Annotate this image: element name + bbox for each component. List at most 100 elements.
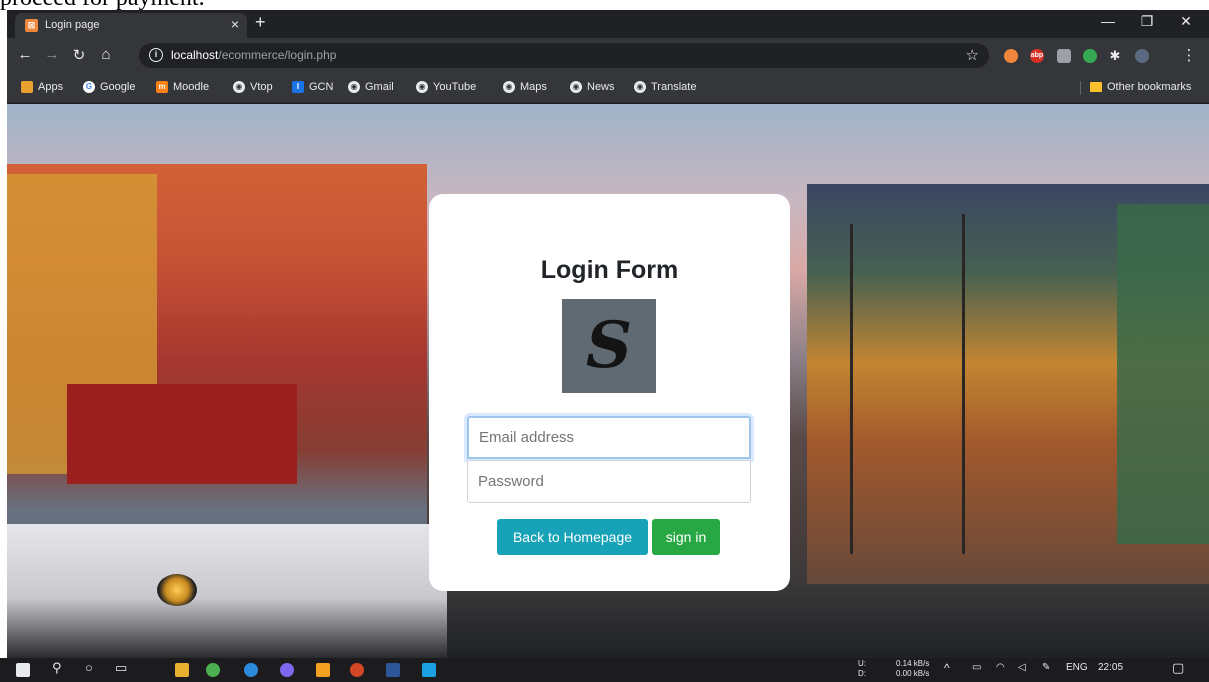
download-label: D:: [858, 669, 866, 678]
network-speed: 0.14 kB/s 0.00 kB/s: [896, 659, 929, 679]
bookmark-gmail[interactable]: ◉ Gmail: [348, 81, 394, 93]
email-field[interactable]: [467, 416, 751, 459]
battery-icon[interactable]: ▭: [972, 662, 981, 673]
volume-icon[interactable]: ◁: [1018, 662, 1026, 673]
bookmark-maps[interactable]: ◉ Maps: [503, 81, 547, 93]
task-view-icon[interactable]: ▭: [115, 660, 127, 676]
bookmark-label: Maps: [520, 81, 547, 93]
url-path: /ecommerce/login.php: [218, 48, 337, 62]
skype-icon[interactable]: [422, 663, 436, 677]
globe-icon: ◉: [416, 81, 428, 93]
avatar[interactable]: [1135, 49, 1149, 63]
bookmark-label: Apps: [38, 81, 64, 93]
app-icon[interactable]: [280, 663, 294, 677]
wifi-icon[interactable]: ◠: [996, 662, 1005, 673]
puzzle-icon[interactable]: ✱: [1108, 49, 1122, 63]
address-bar[interactable]: i localhost/ecommerce/login.php ☆: [139, 43, 989, 68]
site-logo: S: [562, 299, 656, 393]
gcn-icon: I: [292, 81, 304, 93]
bookmark-label: Google: [100, 81, 136, 93]
bookmark-star-icon[interactable]: ☆: [966, 46, 979, 64]
restore-icon[interactable]: ❐: [1132, 13, 1162, 30]
bookmark-google[interactable]: G Google: [83, 81, 135, 93]
url-host: localhost: [171, 48, 219, 62]
notification-icon[interactable]: ▢: [1172, 660, 1184, 676]
bookmark-label: Other bookmarks: [1107, 81, 1192, 93]
pen-icon[interactable]: ✎: [1042, 662, 1050, 673]
tab-login-page[interactable]: ⊠ Login page ×: [15, 13, 247, 38]
bookmark-label: GCN: [309, 81, 334, 93]
folder-icon: [1090, 82, 1102, 92]
background-boat-cabin: [67, 384, 297, 484]
adblock-plus-icon[interactable]: abp: [1030, 49, 1044, 63]
globe-icon: ◉: [634, 81, 646, 93]
new-tab-icon[interactable]: +: [255, 12, 266, 33]
chevron-up-icon[interactable]: ^: [944, 661, 950, 675]
globe-icon: ◉: [503, 81, 515, 93]
page-viewport: Login Form S Back to Homepage sign in: [7, 104, 1209, 658]
powerpoint-icon[interactable]: [350, 663, 364, 677]
extension-icon[interactable]: [1004, 49, 1018, 63]
download-speed: 0.00 kB/s: [896, 669, 930, 678]
background-building-green: [1117, 204, 1209, 544]
clock[interactable]: 22:05: [1098, 662, 1123, 673]
background-porthole: [157, 574, 197, 606]
windows-start-icon[interactable]: [16, 663, 30, 677]
menu-icon[interactable]: ⋮: [1179, 46, 1199, 64]
tab-strip: ⊠ Login page × + — ❐ ✕: [7, 10, 1209, 38]
background-mast: [850, 224, 853, 554]
google-icon: G: [83, 81, 95, 93]
minimize-icon[interactable]: —: [1093, 13, 1123, 29]
bookmark-news[interactable]: ◉ News: [570, 81, 615, 93]
bookmark-label: Translate: [651, 81, 697, 93]
browser-toolbar: ← → ↻ ⌂ i localhost/ecommerce/login.php …: [7, 38, 1209, 73]
back-arrow-icon[interactable]: ←: [15, 46, 35, 63]
language-indicator[interactable]: ENG: [1066, 662, 1088, 673]
bookmark-separator: [1080, 81, 1081, 95]
password-field[interactable]: [467, 460, 751, 503]
globe-icon: ◉: [570, 81, 582, 93]
forward-arrow-icon[interactable]: →: [42, 46, 62, 63]
home-icon[interactable]: ⌂: [96, 46, 116, 63]
bookmark-label: News: [587, 81, 615, 93]
bookmark-vtop[interactable]: ◉ Vtop: [233, 81, 273, 93]
tab-close-icon[interactable]: ×: [231, 16, 239, 32]
cortana-icon[interactable]: ○: [85, 660, 93, 675]
file-explorer-icon[interactable]: [175, 663, 189, 677]
bookmark-gcn[interactable]: I GCN: [292, 81, 333, 93]
sublime-icon[interactable]: [316, 663, 330, 677]
reload-icon[interactable]: ↻: [69, 46, 89, 64]
sign-in-button[interactable]: sign in: [652, 519, 720, 555]
bookmark-label: YouTube: [433, 81, 477, 93]
word-icon[interactable]: [386, 663, 400, 677]
url-text: localhost/ecommerce/login.php: [171, 48, 336, 62]
close-window-icon[interactable]: ✕: [1171, 13, 1201, 30]
xampp-favicon-icon: ⊠: [25, 19, 38, 32]
bookmark-youtube[interactable]: ◉ YouTube: [416, 81, 476, 93]
bookmark-label: Gmail: [365, 81, 394, 93]
bookmark-moodle[interactable]: m Moodle: [156, 81, 209, 93]
extension-green-icon[interactable]: [1083, 49, 1097, 63]
bookmarks-bar: Apps G Google m Moodle ◉ Vtop I GCN ◉ Gmail ◉…: [7, 73, 1209, 103]
bookmark-label: Vtop: [250, 81, 273, 93]
info-icon[interactable]: i: [149, 48, 163, 62]
bookmark-translate[interactable]: ◉ Translate: [634, 81, 696, 93]
background-boat-hull: [7, 524, 447, 658]
back-to-homepage-button[interactable]: Back to Homepage: [497, 519, 648, 555]
document-caption: proceed for payment.: [0, 0, 400, 10]
background-mast: [962, 214, 965, 554]
bookmark-label: Moodle: [173, 81, 210, 93]
apps-grid-icon: [21, 81, 33, 93]
globe-icon: ◉: [233, 81, 245, 93]
edge-icon[interactable]: [244, 663, 258, 677]
other-bookmarks[interactable]: Other bookmarks: [1090, 81, 1191, 93]
shield-icon[interactable]: [1057, 49, 1071, 63]
search-icon[interactable]: ⚲: [52, 660, 62, 676]
upload-speed: 0.14 kB/s: [896, 659, 930, 668]
bookmark-apps[interactable]: Apps: [21, 81, 63, 93]
upload-label: U:: [858, 659, 866, 668]
tab-title: Login page: [45, 19, 100, 31]
moodle-icon: m: [156, 81, 168, 93]
chrome-icon[interactable]: [206, 663, 220, 677]
logo-letter: S: [585, 308, 633, 383]
